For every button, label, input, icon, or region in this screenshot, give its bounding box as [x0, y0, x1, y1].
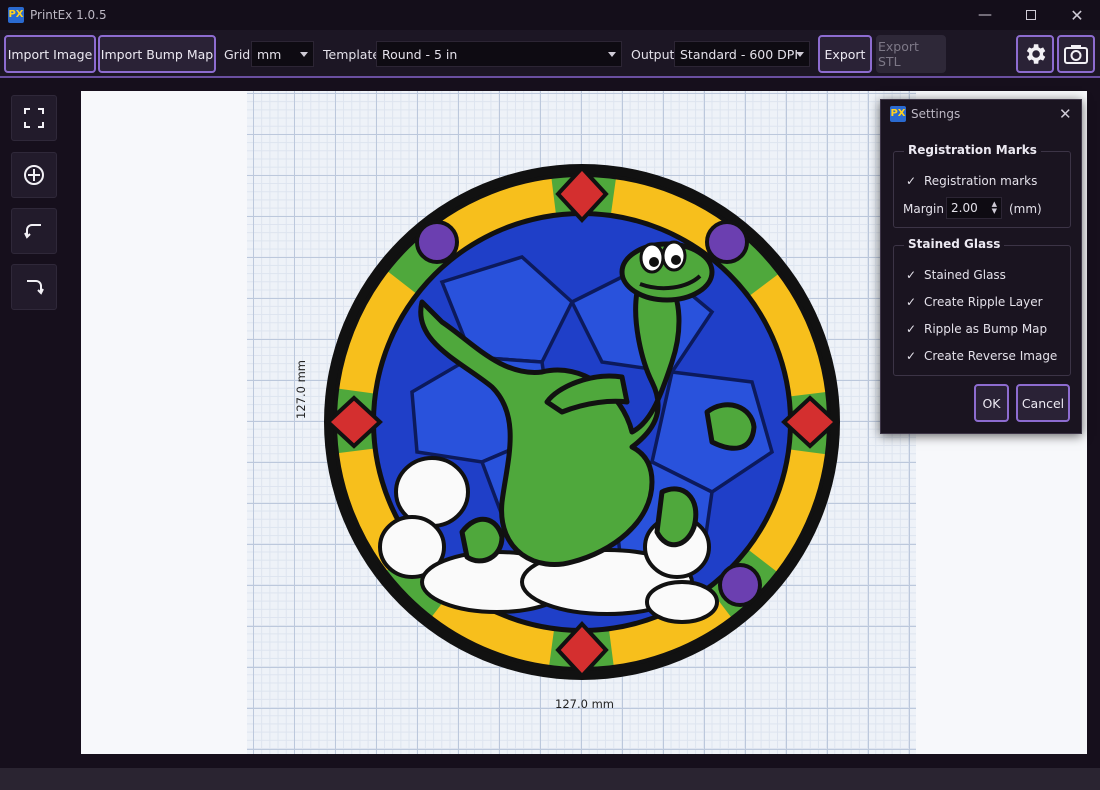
crosshair-icon: [24, 165, 44, 185]
fit-view-button[interactable]: [11, 95, 57, 141]
grid-select-value: mm: [257, 46, 282, 62]
settings-button[interactable]: [1016, 35, 1054, 73]
chevron-down-icon: [796, 52, 804, 57]
rotate-right-icon: [27, 280, 44, 295]
template-select-value: Round - 5 in: [382, 46, 458, 62]
toolbar: Import Image Import Bump Map Grid mm Tem…: [0, 30, 1100, 78]
registration-marks-group: Registration Marks ✓ Registration marks …: [893, 143, 1071, 228]
chevron-down-icon: [300, 52, 308, 57]
rotate-right-button[interactable]: [11, 264, 57, 310]
margin-unit: (mm): [1009, 202, 1042, 216]
gear-icon: [1026, 44, 1046, 64]
margin-spinbox[interactable]: 2.00 ▲ ▼: [946, 197, 1002, 219]
check-icon: ✓: [905, 268, 917, 282]
grid-select[interactable]: mm: [251, 41, 314, 67]
registration-marks-group-title: Registration Marks: [904, 143, 1041, 157]
app-title: PrintEx 1.0.5: [30, 8, 107, 22]
ripple-bump-label: Ripple as Bump Map: [924, 322, 1048, 336]
spinner-arrows-icon[interactable]: ▲ ▼: [992, 201, 997, 215]
snapshot-button[interactable]: [1057, 35, 1095, 73]
close-icon: ✕: [1070, 5, 1084, 25]
settings-titlebar: PX Settings ✕: [881, 100, 1081, 128]
rotate-left-icon: [24, 224, 41, 239]
output-label: Output: [631, 47, 675, 62]
ripple-layer-label: Create Ripple Layer: [924, 295, 1043, 309]
stained-glass-group: Stained Glass ✓ Stained Glass ✓ Create R…: [893, 237, 1071, 376]
width-dimension-label: 127.0 mm: [555, 697, 614, 711]
chevron-down-icon: [608, 52, 616, 57]
camera-icon: [1064, 45, 1088, 64]
settings-logo: PX: [890, 106, 906, 122]
output-select-value: Standard - 600 DPI: [680, 46, 799, 62]
ok-button[interactable]: OK: [974, 384, 1009, 422]
registration-marks-label: Registration marks: [924, 174, 1038, 188]
maximize-button[interactable]: [1008, 0, 1054, 30]
ripple-bump-checkbox[interactable]: ✓ Ripple as Bump Map: [904, 322, 1047, 336]
close-window-button[interactable]: ✕: [1054, 0, 1100, 30]
minimize-button[interactable]: —: [962, 0, 1008, 30]
reverse-image-checkbox[interactable]: ✓ Create Reverse Image: [904, 349, 1057, 363]
center-button[interactable]: [11, 152, 57, 198]
template-label: Template: [323, 47, 381, 62]
check-icon: ✓: [905, 322, 917, 336]
registration-marks-checkbox[interactable]: ✓ Registration marks: [904, 174, 1037, 188]
reverse-image-label: Create Reverse Image: [924, 349, 1058, 363]
margin-label: Margin: [903, 202, 944, 216]
check-icon: ✓: [905, 174, 917, 188]
import-bump-map-button[interactable]: Import Bump Map: [98, 35, 216, 73]
height-dimension-label: 127.0 mm: [294, 360, 308, 419]
maximize-icon: [1026, 10, 1036, 20]
stained-glass-preview: [324, 164, 840, 680]
title-bar: PX PrintEx 1.0.5 — ✕: [0, 0, 1100, 30]
settings-close-button[interactable]: ✕: [1059, 105, 1072, 123]
settings-title: Settings: [911, 107, 961, 121]
close-icon: ✕: [1059, 105, 1072, 123]
fullscreen-icon: [24, 108, 44, 128]
settings-dialog: PX Settings ✕ Registration Marks ✓ Regis…: [880, 99, 1082, 434]
stained-glass-checkbox[interactable]: ✓ Stained Glass: [904, 268, 1006, 282]
app-logo: PX: [8, 7, 24, 23]
import-image-button[interactable]: Import Image: [4, 35, 96, 73]
template-select[interactable]: Round - 5 in: [376, 41, 622, 67]
export-button[interactable]: Export: [818, 35, 872, 73]
ripple-layer-checkbox[interactable]: ✓ Create Ripple Layer: [904, 295, 1043, 309]
minimize-icon: —: [978, 7, 992, 23]
cancel-button[interactable]: Cancel: [1016, 384, 1070, 422]
check-icon: ✓: [905, 295, 917, 309]
grid-label: Grid: [224, 47, 251, 62]
status-bar: [0, 768, 1100, 790]
stained-glass-group-title: Stained Glass: [904, 237, 1005, 251]
export-stl-button[interactable]: Export STL: [876, 35, 946, 73]
margin-value: 2.00: [951, 201, 978, 215]
output-select[interactable]: Standard - 600 DPI: [674, 41, 810, 67]
rotate-left-button[interactable]: [11, 208, 57, 254]
check-icon: ✓: [905, 349, 917, 363]
stained-glass-label: Stained Glass: [924, 268, 1006, 282]
